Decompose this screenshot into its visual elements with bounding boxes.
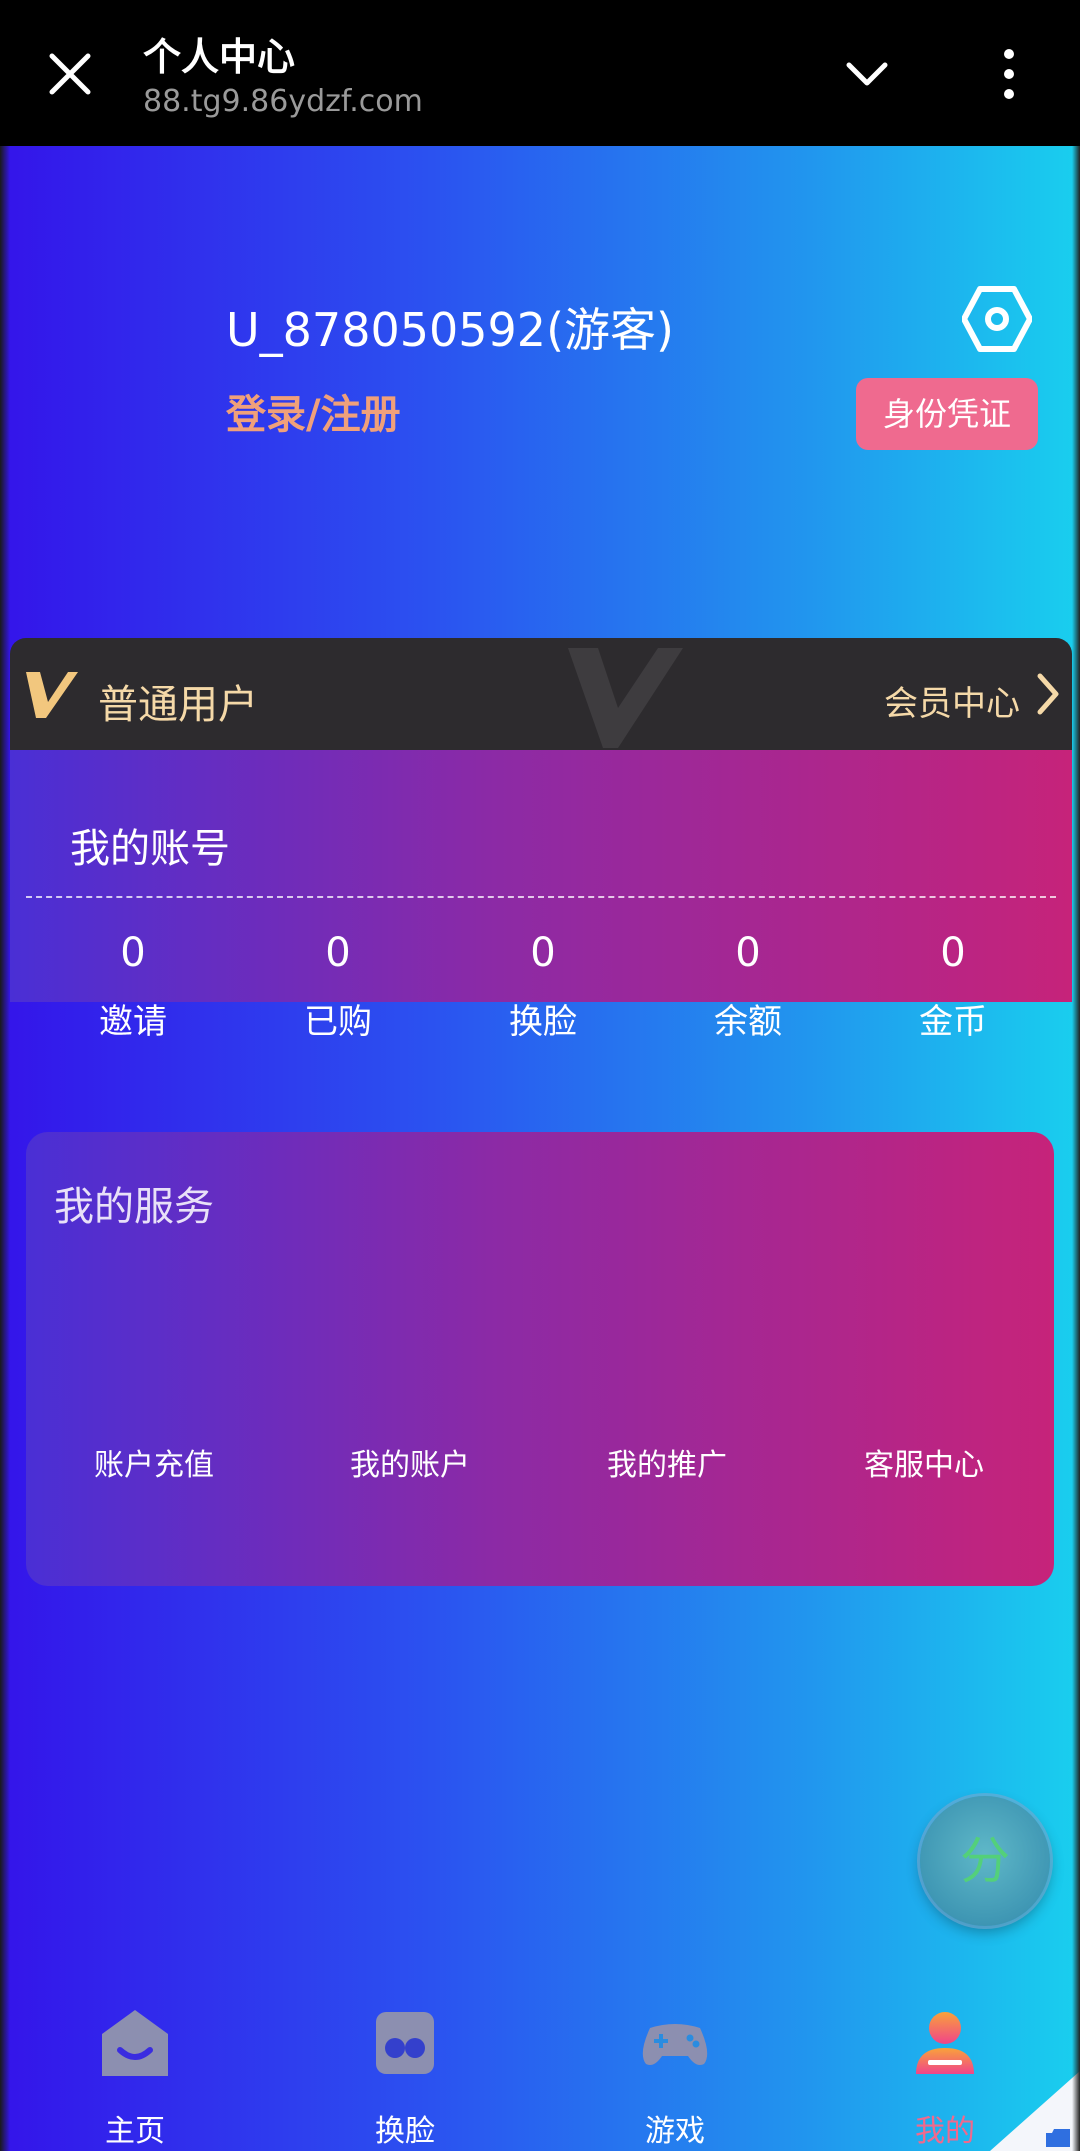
membership-level: 普通用户	[98, 682, 258, 728]
service-my-account[interactable]: 我的账户	[310, 1440, 510, 1484]
right-edge-shadow	[1072, 146, 1080, 2151]
stat-label: 换脸	[509, 1002, 577, 1042]
my-account-section: 我的账号 0 邀请 0 已购 0 换脸 0 余额 0 金币	[10, 750, 1072, 1042]
close-icon[interactable]	[46, 50, 94, 98]
stat-value: 0	[940, 930, 966, 976]
services-heading: 我的服务	[54, 1184, 214, 1230]
browser-top-bar: 个人中心 88.tg9.86ydzf.com	[0, 0, 1080, 146]
stat-label: 金币	[919, 1002, 987, 1042]
vip-logo-icon	[26, 672, 78, 718]
tab-faceswap[interactable]: 换脸	[330, 2004, 480, 2150]
bottom-tab-bar: 主页 换脸 游戏 我的	[0, 1990, 1080, 2151]
dashed-divider	[26, 896, 1056, 898]
member-center-link[interactable]: 会员中心	[884, 676, 1020, 725]
faceswap-icon	[376, 2012, 434, 2074]
gamepad-icon	[642, 2024, 708, 2065]
stat-balance[interactable]: 0 余额	[668, 930, 828, 1043]
chevron-right-icon[interactable]	[1034, 672, 1062, 716]
user-icon	[916, 2012, 974, 2074]
settings-icon[interactable]	[962, 284, 1032, 354]
my-services-section: 我的服务 账户充值 我的账户 我的推广 客服中心	[26, 1132, 1054, 1586]
stat-value: 0	[120, 930, 146, 976]
vip-watermark-icon	[568, 648, 683, 748]
service-recharge[interactable]: 账户充值	[54, 1440, 254, 1484]
folded-corner-icon[interactable]	[990, 2071, 1080, 2151]
profile-page: U_878050592(游客) 登录/注册 身份凭证 普通用户 会员中心 我的账…	[0, 146, 1080, 2151]
chevron-down-icon[interactable]	[845, 55, 889, 95]
stat-purchased[interactable]: 0 已购	[258, 930, 418, 1043]
service-my-promotion[interactable]: 我的推广	[567, 1440, 767, 1484]
login-register-link[interactable]: 登录/注册	[226, 382, 401, 440]
tab-label: 换脸	[375, 2114, 435, 2149]
page-url: 88.tg9.86ydzf.com	[143, 84, 423, 119]
service-customer-support[interactable]: 客服中心	[824, 1440, 1024, 1484]
tab-games[interactable]: 游戏	[600, 2004, 750, 2150]
tab-label: 游戏	[645, 2114, 705, 2149]
stat-faceswap[interactable]: 0 换脸	[463, 930, 623, 1043]
stat-label: 邀请	[99, 1002, 167, 1042]
stat-value: 0	[325, 930, 351, 976]
share-floating-button[interactable]: 分	[920, 1796, 1050, 1926]
left-edge-shadow	[0, 146, 10, 2151]
page-title: 个人中心	[143, 35, 296, 79]
tab-home[interactable]: 主页	[60, 2004, 210, 2150]
vip-bar: 普通用户 会员中心	[10, 638, 1072, 750]
stat-value: 0	[530, 930, 556, 976]
stat-label: 已购	[304, 1002, 372, 1042]
stat-label: 余额	[714, 1002, 782, 1042]
username: U_878050592(游客)	[226, 303, 674, 357]
identity-credential-button[interactable]: 身份凭证	[856, 378, 1038, 450]
stat-invite[interactable]: 0 邀请	[53, 930, 213, 1043]
stat-value: 0	[735, 930, 761, 976]
home-icon	[102, 2010, 168, 2076]
more-menu-icon[interactable]	[995, 48, 1023, 100]
stat-coins[interactable]: 0 金币	[873, 930, 1033, 1043]
account-heading: 我的账号	[70, 826, 230, 872]
tab-label: 主页	[105, 2114, 165, 2149]
